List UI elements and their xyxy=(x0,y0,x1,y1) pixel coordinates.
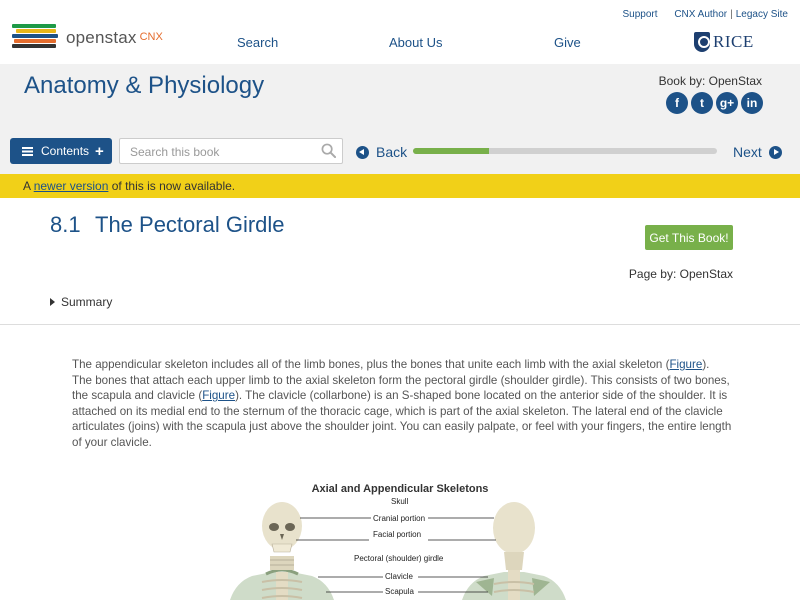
support-link[interactable]: Support xyxy=(623,9,658,20)
book-progress-bar xyxy=(413,148,717,154)
books-stack-icon xyxy=(12,24,60,52)
linkedin-icon[interactable]: in xyxy=(741,92,763,114)
contents-button[interactable]: Contents + xyxy=(10,138,112,164)
book-header: Anatomy & Physiology Book by: OpenStax f… xyxy=(0,64,800,138)
arrow-right-icon xyxy=(768,145,782,159)
search-icon[interactable] xyxy=(321,143,336,158)
rice-shield-icon xyxy=(694,32,710,52)
separator: | xyxy=(730,9,733,20)
label-skull: Skull xyxy=(391,497,409,506)
top-bar: openstax CNX Search About Us Give Suppor… xyxy=(0,0,800,64)
back-label: Back xyxy=(376,144,408,160)
search-input[interactable]: Search this book xyxy=(119,138,343,164)
contents-label: Contents xyxy=(41,144,90,158)
skeleton-illustration xyxy=(230,502,566,600)
anterior-skeleton-image xyxy=(230,502,334,600)
para-text-1: The appendicular skeleton includes all o… xyxy=(72,358,670,371)
notice-suffix: of this is now available. xyxy=(108,179,236,193)
divider xyxy=(0,324,800,325)
label-cranial-portion: Cranial portion xyxy=(373,514,426,523)
posterior-skeleton-image xyxy=(462,502,566,600)
page-by: Page by: OpenStax xyxy=(628,267,733,281)
google-plus-icon[interactable]: g+ xyxy=(716,92,738,114)
label-pectoral-girdle: Pectoral (shoulder) girdle xyxy=(354,554,444,563)
logo-wordmark: openstax xyxy=(66,28,137,47)
arrow-left-icon xyxy=(356,145,369,159)
figure-link[interactable]: Figure xyxy=(669,358,702,371)
next-label: Next xyxy=(733,144,762,160)
body-paragraph: The appendicular skeleton includes all o… xyxy=(72,357,732,451)
newer-version-notice: A newer version of this is now available… xyxy=(0,174,800,198)
label-clavicle: Clavicle xyxy=(385,572,414,581)
page-title: The Pectoral Girdle xyxy=(95,212,285,237)
nav-give-link[interactable]: Give xyxy=(554,35,581,50)
list-icon xyxy=(22,146,33,156)
logo-cnx: CNX xyxy=(139,31,163,43)
progress-fill xyxy=(413,148,489,154)
figure-title: Axial and Appendicular Skeletons xyxy=(311,483,489,495)
newer-version-link[interactable]: newer version xyxy=(34,179,109,193)
notice-prefix: A xyxy=(23,179,34,193)
figure-link[interactable]: Figure xyxy=(202,389,235,402)
rice-logo[interactable]: RICE xyxy=(694,32,754,52)
legacy-site-link[interactable]: Legacy Site xyxy=(736,9,788,20)
nav-about-link[interactable]: About Us xyxy=(389,35,442,50)
skeleton-figure: Skull Cranial portion Facial portion Pec… xyxy=(226,496,574,600)
social-share: f t g+ in xyxy=(666,92,763,114)
utility-links: Support CNX Author | Legacy Site xyxy=(623,9,789,20)
label-facial-portion: Facial portion xyxy=(373,530,422,539)
openstax-logo[interactable]: openstax CNX xyxy=(12,24,163,52)
summary-toggle[interactable]: Summary xyxy=(50,295,112,309)
cnx-author-link[interactable]: CNX Author xyxy=(674,9,727,20)
disclosure-triangle-icon xyxy=(50,298,55,306)
facebook-icon[interactable]: f xyxy=(666,92,688,114)
summary-label: Summary xyxy=(61,295,113,309)
search-placeholder: Search this book xyxy=(130,145,220,159)
twitter-icon[interactable]: t xyxy=(691,92,713,114)
get-this-book-button[interactable]: Get This Book! xyxy=(645,225,733,250)
nav-search-link[interactable]: Search xyxy=(237,35,278,50)
next-button[interactable]: Next xyxy=(733,144,782,160)
plus-icon: + xyxy=(95,142,104,160)
book-title[interactable]: Anatomy & Physiology xyxy=(24,72,264,100)
label-scapula: Scapula xyxy=(385,587,414,596)
book-by: Book by: OpenStax xyxy=(658,74,762,88)
back-button[interactable]: Back xyxy=(356,144,407,160)
book-toolbar: Contents + Search this book Back Next xyxy=(0,132,800,174)
rice-wordmark: RICE xyxy=(713,32,754,51)
section-number: 8.1 xyxy=(50,212,81,237)
